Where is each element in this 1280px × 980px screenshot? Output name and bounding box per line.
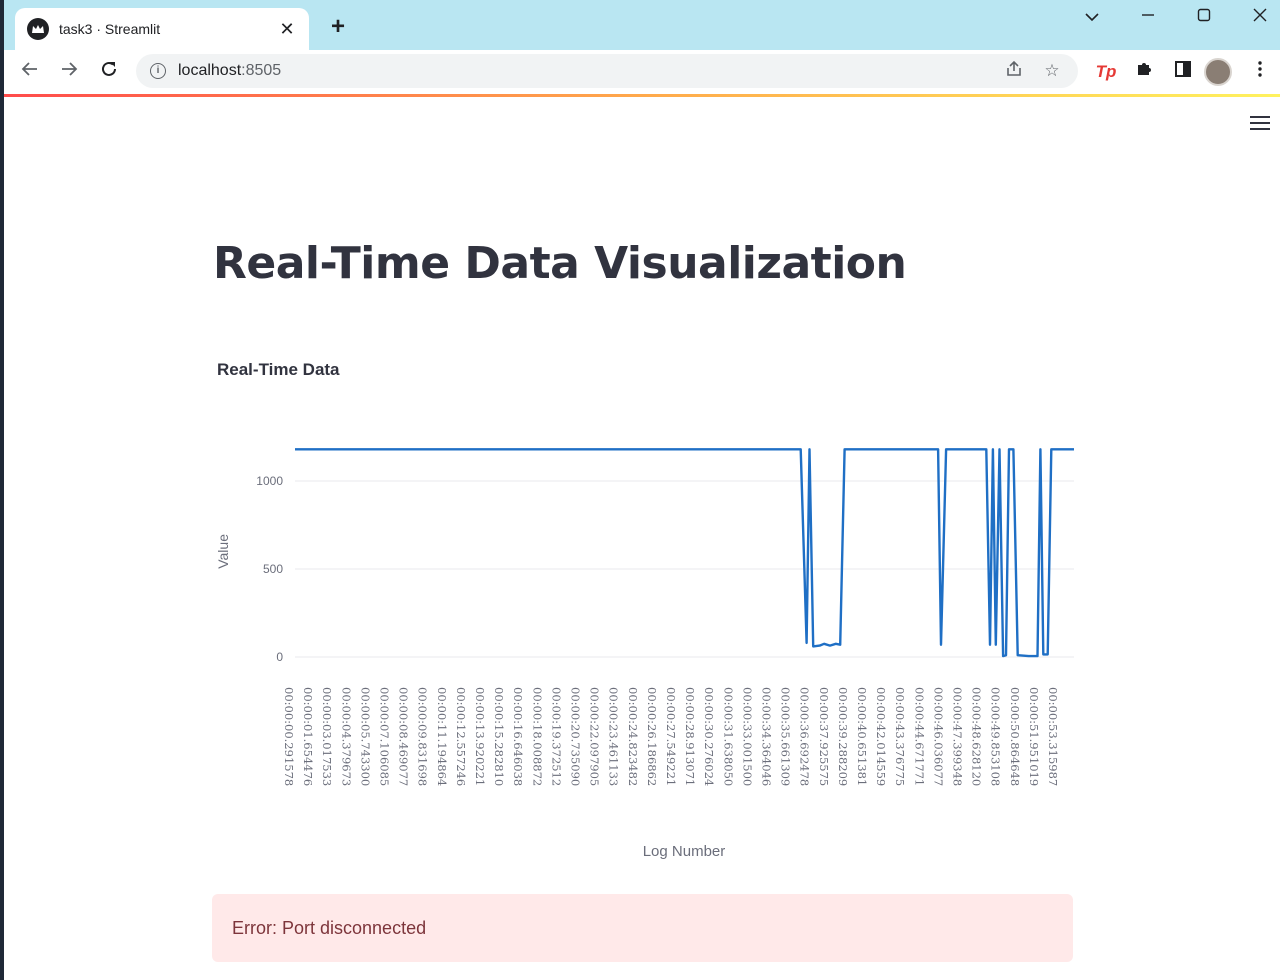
extensions-puzzle-icon[interactable] — [1132, 60, 1156, 84]
x-tick-label: 00:00:36.692478 — [798, 687, 812, 786]
x-tick-label: 00:00:35.661309 — [779, 687, 793, 786]
browser-toolbar: i localhost:8505 ☆ Tp — [4, 50, 1280, 94]
x-tick-label: 00:00:39.288209 — [836, 687, 850, 786]
x-tick-label: 00:00:43.376775 — [893, 687, 907, 786]
x-tick-label: 00:00:28.913071 — [683, 687, 697, 786]
x-tick-label: 00:00:27.549221 — [664, 687, 678, 786]
address-bar[interactable]: i localhost:8505 ☆ — [136, 54, 1078, 88]
y-tick-label: 1000 — [256, 474, 283, 488]
new-tab-icon[interactable]: + — [323, 14, 353, 40]
tab-title: task3 · Streamlit — [59, 21, 161, 37]
x-tick-label: 00:00:24.823482 — [626, 687, 640, 786]
x-tick-label: 00:00:08.469077 — [397, 687, 411, 786]
x-tick-label: 00:00:44.671771 — [912, 687, 926, 786]
maximize-icon[interactable] — [1184, 6, 1224, 27]
x-tick-label: 00:00:53.315987 — [1046, 687, 1060, 786]
x-tick-label: 00:00:23.461133 — [607, 687, 621, 786]
x-tick-label: 00:00:11.194864 — [435, 687, 449, 786]
minimize-icon[interactable] — [1128, 6, 1168, 27]
y-axis-label: Value — [215, 534, 231, 569]
x-tick-label: 00:00:26.186862 — [645, 687, 659, 786]
x-tick-label: 00:00:20.735090 — [569, 687, 583, 786]
x-axis-label: Log Number — [643, 843, 726, 860]
close-tab-icon[interactable]: ✕ — [277, 19, 297, 40]
tp-extension-icon[interactable]: Tp — [1094, 60, 1118, 84]
x-tick-label: 00:00:07.106085 — [378, 687, 392, 786]
series-line — [295, 448, 1074, 658]
hamburger-menu-icon[interactable] — [1250, 116, 1270, 134]
close-window-icon[interactable] — [1240, 6, 1280, 27]
x-tick-label: 00:00:37.925575 — [817, 687, 831, 786]
tab-search-icon[interactable] — [1072, 6, 1112, 27]
desktop-edge — [0, 0, 4, 980]
streamlit-favicon-icon — [27, 18, 49, 40]
x-tick-label: 00:00:30.276024 — [702, 687, 716, 786]
x-tick-label: 00:00:33.001500 — [740, 687, 754, 786]
x-tick-label: 00:00:49.853108 — [989, 687, 1003, 786]
x-tick-label: 00:00:18.008872 — [530, 687, 544, 786]
x-tick-label: 00:00:51.951019 — [1027, 687, 1041, 786]
x-tick-label: 00:00:12.557246 — [454, 687, 468, 786]
url-text[interactable]: localhost:8505 — [178, 62, 988, 80]
share-icon[interactable] — [1002, 60, 1026, 83]
y-tick-label: 500 — [263, 562, 283, 576]
x-tick-label: 00:00:34.364046 — [760, 687, 774, 786]
x-tick-label: 00:00:13.920221 — [473, 687, 487, 786]
back-icon[interactable] — [16, 58, 44, 86]
x-tick-label: 00:00:09.831698 — [416, 687, 430, 786]
x-tick-label: 00:00:04.379673 — [339, 687, 353, 786]
x-tick-label: 00:00:00.291578 — [282, 687, 296, 786]
x-tick-label: 00:00:03.017533 — [320, 687, 334, 786]
x-tick-label: 00:00:48.628120 — [970, 687, 984, 786]
x-tick-label: 00:00:15.282810 — [492, 687, 506, 786]
side-panel-icon[interactable] — [1171, 60, 1195, 84]
x-tick-label: 00:00:05.743300 — [358, 687, 372, 786]
x-tick-label: 00:00:46.036077 — [931, 687, 945, 786]
y-tick-label: 0 — [276, 650, 283, 664]
bookmark-star-icon[interactable]: ☆ — [1040, 61, 1064, 81]
browser-tab[interactable]: task3 · Streamlit ✕ — [15, 8, 309, 50]
line-chart: 0 500 1000 Value 00:00:00.291578 00:00:01.654… — [215, 448, 1074, 860]
x-tick-label: 00:00:01.654476 — [301, 687, 315, 786]
x-tick-label: 00:00:42.014559 — [874, 687, 888, 786]
browser-menu-icon[interactable] — [1250, 60, 1270, 84]
x-tick-label: 00:00:31.638050 — [721, 687, 735, 786]
x-tick-label: 00:00:47.399348 — [951, 687, 965, 786]
browser-tab-strip: task3 · Streamlit ✕ + — [4, 0, 1280, 50]
forward-icon[interactable] — [55, 58, 83, 86]
x-tick-label: 00:00:50.864648 — [1008, 687, 1022, 786]
chart-title: Real-Time Data — [217, 360, 340, 379]
reload-icon[interactable] — [95, 58, 123, 86]
error-message: Error: Port disconnected — [232, 917, 427, 938]
x-tick-label: 00:00:19.372512 — [549, 687, 563, 786]
x-tick-label: 00:00:40.651381 — [855, 687, 869, 786]
site-info-icon[interactable]: i — [150, 63, 166, 79]
streamlit-decoration-bar — [4, 94, 1280, 97]
error-alert: Error: Port disconnected — [212, 894, 1073, 962]
x-tick-label: 00:00:16.646038 — [511, 687, 525, 786]
profile-avatar[interactable] — [1204, 58, 1232, 86]
page-title: Real-Time Data Visualization — [213, 238, 907, 289]
x-tick-label: 00:00:22.097905 — [588, 687, 602, 786]
